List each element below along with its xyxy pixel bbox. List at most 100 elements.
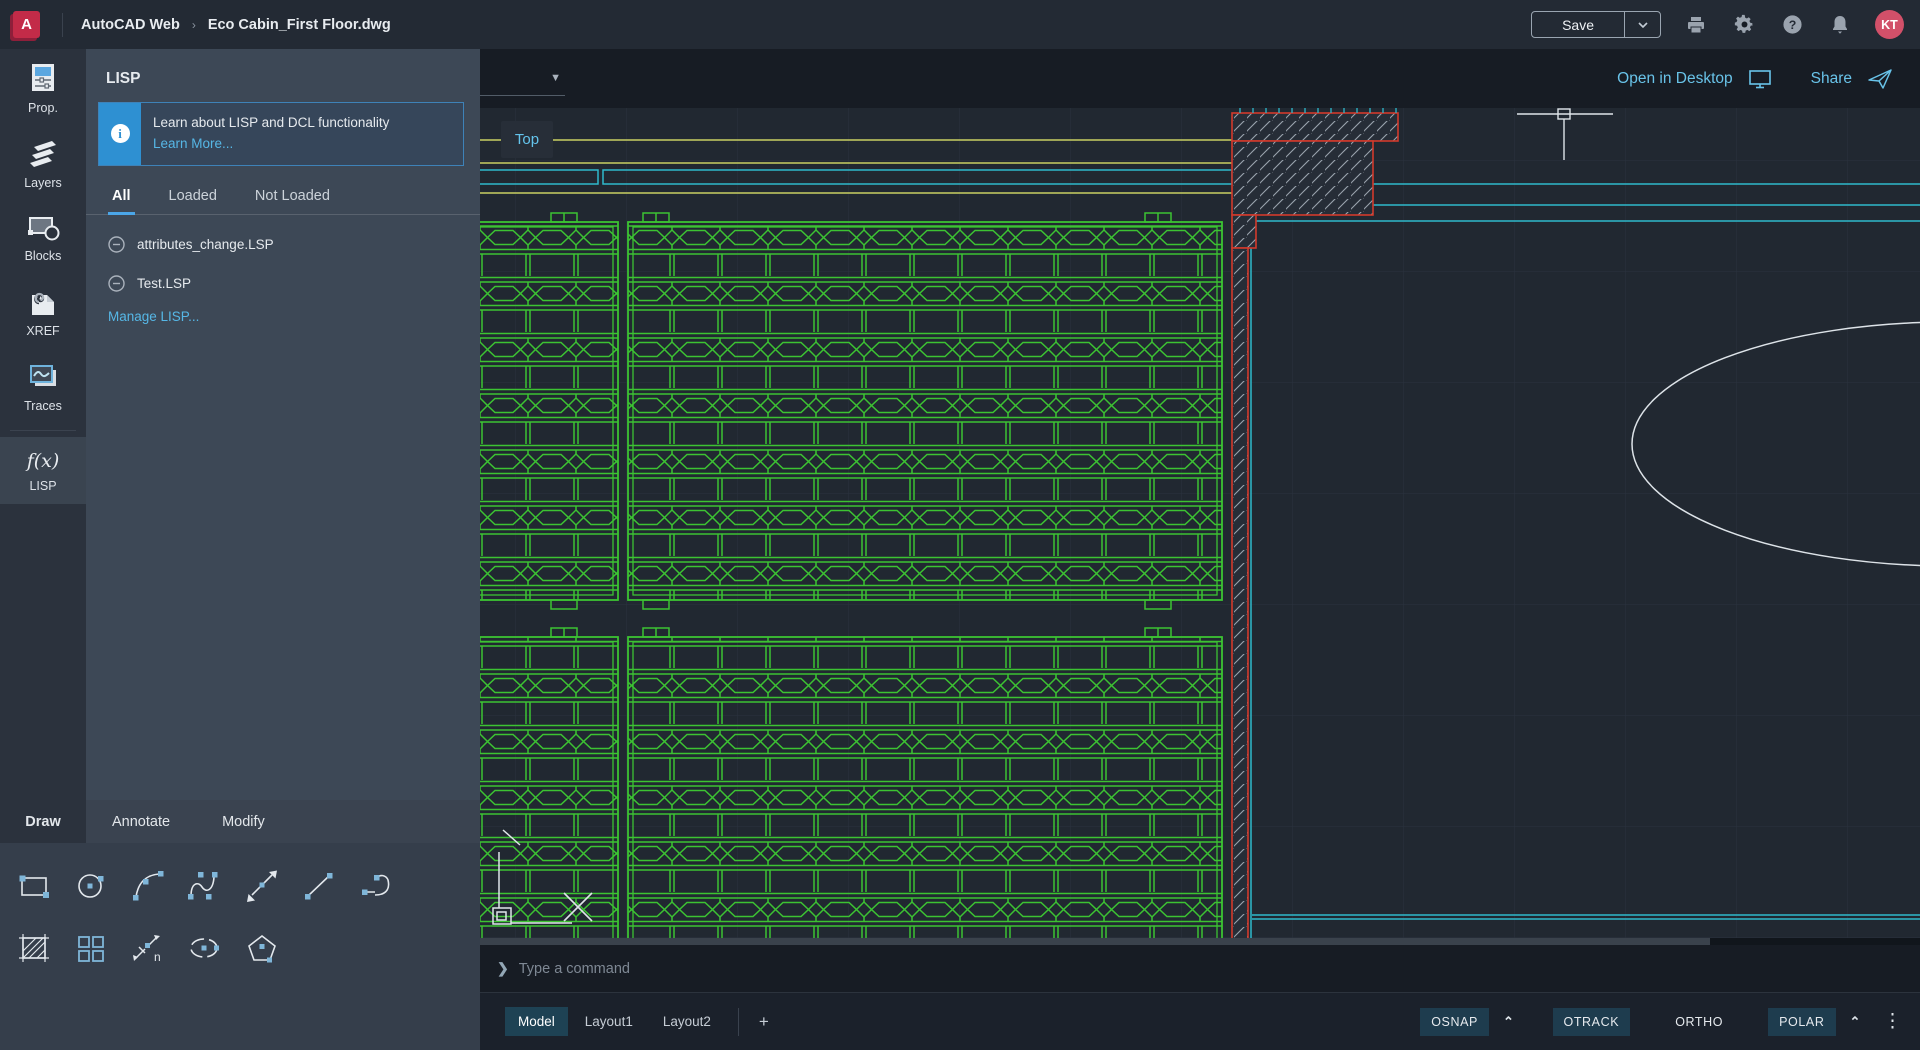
breadcrumb-filename: Eco Cabin_First Floor.dwg <box>208 17 391 33</box>
count-tool-icon: n <box>129 931 167 965</box>
open-in-desktop-button[interactable]: Open in Desktop <box>1617 70 1732 88</box>
breadcrumb-app[interactable]: AutoCAD Web <box>81 17 180 33</box>
insert-block-tool-button[interactable] <box>72 929 110 967</box>
line-tool-button[interactable] <box>300 867 338 905</box>
blocks-icon <box>26 214 60 242</box>
ribbon-tab-bar: Draw Annotate Modify <box>0 800 480 843</box>
manage-lisp-link[interactable]: Manage LISP... <box>86 303 480 324</box>
command-prompt-icon: ❯ <box>497 960 509 977</box>
more-options-button[interactable]: ⋮ <box>1883 1010 1902 1033</box>
sidebar-item-xref[interactable]: XREF <box>0 274 86 349</box>
printer-icon <box>1686 15 1706 35</box>
sidebar-item-lisp[interactable]: f(x) LISP <box>0 437 86 504</box>
save-button[interactable]: Save <box>1532 12 1624 37</box>
avatar[interactable]: KT <box>1875 10 1904 39</box>
breadcrumb-separator-icon: › <box>192 18 196 32</box>
ellipse-tool-button[interactable] <box>186 929 224 967</box>
circle-tool-button[interactable] <box>72 867 110 905</box>
save-dropdown-button[interactable] <box>1624 12 1660 37</box>
unload-minus-icon[interactable] <box>108 275 125 292</box>
polygon-tool-button[interactable] <box>243 929 281 967</box>
command-bar[interactable]: ❯ Type a command <box>480 945 1920 993</box>
add-layout-button[interactable]: + <box>753 1012 775 1032</box>
rectangle-tool-button[interactable] <box>15 867 53 905</box>
top-bar: A AutoCAD Web › Eco Cabin_First Floor.dw… <box>0 0 1920 49</box>
arc-tool-button[interactable] <box>129 867 167 905</box>
green-panel-top-right <box>628 222 1222 600</box>
lisp-file-name: attributes_change.LSP <box>137 237 274 252</box>
measure-tool-button[interactable] <box>243 867 281 905</box>
help-button[interactable]: ? <box>1779 12 1805 38</box>
share-button[interactable]: Share <box>1811 70 1852 88</box>
sidebar-item-blocks[interactable]: Blocks <box>0 201 86 274</box>
green-panel-top-left <box>480 222 618 600</box>
view-cube-top-label[interactable]: Top <box>501 121 553 158</box>
left-sidebar: Prop. Layers Blocks XREF Traces <box>0 49 86 800</box>
count-tool-button[interactable]: n <box>129 929 167 967</box>
send-plane-icon <box>1866 67 1894 91</box>
sidebar-item-label: Blocks <box>25 249 62 263</box>
green-panel-bottom-left <box>480 637 618 945</box>
tab-all[interactable]: All <box>112 188 131 214</box>
line-tool-icon <box>302 870 336 902</box>
print-button[interactable] <box>1683 12 1709 38</box>
autocad-logo-icon[interactable]: A <box>13 11 40 38</box>
sidebar-item-properties[interactable]: Prop. <box>0 49 86 126</box>
tab-draw[interactable]: Draw <box>0 800 86 843</box>
tab-layout2[interactable]: Layout2 <box>650 1007 724 1036</box>
lisp-panel: LISP i Learn about LISP and DCL function… <box>86 49 480 800</box>
sidebar-item-traces[interactable]: Traces <box>0 349 86 424</box>
polar-options-button[interactable]: ⌃ <box>1846 1014 1866 1030</box>
lisp-fx-icon: f(x) <box>27 450 60 472</box>
properties-icon <box>28 62 58 94</box>
notifications-button[interactable] <box>1827 12 1853 38</box>
tab-loaded[interactable]: Loaded <box>169 188 217 214</box>
otrack-toggle[interactable]: OTRACK <box>1553 1008 1631 1036</box>
lisp-file-row[interactable]: attributes_change.LSP <box>86 225 480 264</box>
gear-icon <box>1734 14 1755 35</box>
sidebar-item-label: XREF <box>26 324 59 338</box>
circle-tool-icon <box>74 870 108 902</box>
layers-icon <box>26 139 60 169</box>
chevron-down-icon: ▼ <box>550 72 561 84</box>
unload-minus-icon[interactable] <box>108 236 125 253</box>
tab-modify[interactable]: Modify <box>196 800 291 843</box>
ellipse-tool-icon <box>186 933 224 963</box>
sidebar-item-label: Traces <box>24 399 62 413</box>
canvas-bottom-edge <box>480 938 1920 945</box>
layout-tab-bar: Model Layout1 Layout2 + <box>505 1007 775 1036</box>
drawing-canvas[interactable]: Top <box>480 108 1920 945</box>
chevron-down-icon <box>1638 22 1648 28</box>
command-input[interactable]: Type a command <box>519 961 630 977</box>
tab-not-loaded[interactable]: Not Loaded <box>255 188 330 214</box>
divider <box>62 13 63 37</box>
draw-tools-row-2: n <box>0 929 480 967</box>
bell-icon <box>1830 14 1850 35</box>
spline-tool-icon <box>186 869 224 903</box>
tab-model[interactable]: Model <box>505 1007 568 1036</box>
polygon-tool-icon <box>244 932 280 964</box>
ortho-toggle[interactable]: ORTHO <box>1664 1008 1734 1036</box>
tab-layout1[interactable]: Layout1 <box>572 1007 646 1036</box>
lisp-file-row[interactable]: Test.LSP <box>86 264 480 303</box>
fillet-arc-tool-button[interactable] <box>357 867 395 905</box>
traces-icon <box>26 362 60 392</box>
sidebar-item-label: Layers <box>24 176 62 190</box>
hatch-tool-button[interactable] <box>15 929 53 967</box>
osnap-options-button[interactable]: ⌃ <box>1499 1014 1519 1030</box>
hatch-tool-icon <box>16 931 52 965</box>
polar-toggle[interactable]: POLAR <box>1768 1008 1835 1036</box>
spline-tool-button[interactable] <box>186 867 224 905</box>
osnap-toggle[interactable]: OSNAP <box>1420 1008 1489 1036</box>
learn-more-link[interactable]: Learn More... <box>153 134 389 155</box>
draw-tools-row-1 <box>0 867 480 905</box>
sidebar-item-layers[interactable]: Layers <box>0 126 86 201</box>
svg-text:?: ? <box>1788 18 1796 32</box>
divider <box>10 430 76 431</box>
drawing-svg <box>480 108 1920 945</box>
settings-button[interactable] <box>1731 12 1757 38</box>
info-text: Learn about LISP and DCL functionality <box>153 113 389 134</box>
h-scrollbar-thumb[interactable] <box>1710 938 1920 945</box>
tab-annotate[interactable]: Annotate <box>86 800 196 843</box>
sidebar-item-label: Prop. <box>28 101 58 115</box>
